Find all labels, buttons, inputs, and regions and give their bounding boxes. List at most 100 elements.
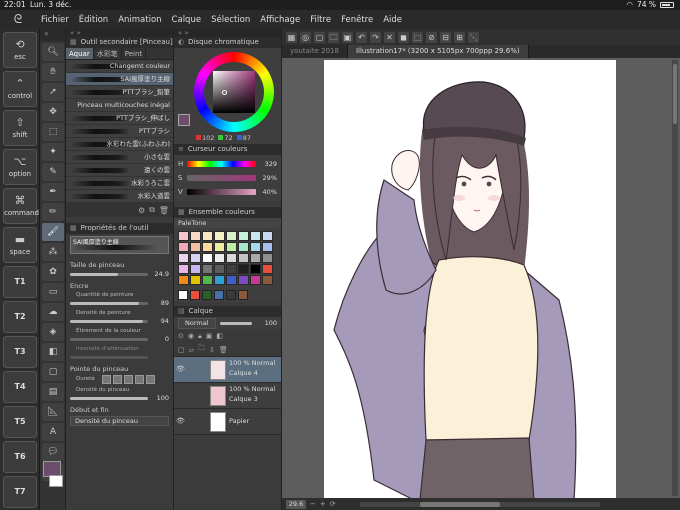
zoom-in-icon[interactable]: +	[320, 500, 326, 508]
merge-layer-icon[interactable]: ⇩	[209, 346, 215, 354]
color-swatch[interactable]	[214, 275, 225, 285]
color-stretch-value[interactable]: 0	[151, 335, 169, 343]
fill-icon[interactable]: ◼	[398, 31, 409, 43]
subtool-settings-icon[interactable]: ⚙	[138, 206, 145, 215]
saturation-slider[interactable]	[187, 175, 256, 181]
color-swatch[interactable]	[250, 242, 261, 252]
snap-grid-icon[interactable]: ⊞	[454, 31, 465, 43]
value-slider[interactable]	[187, 189, 256, 195]
menu-affichage[interactable]: Affichage	[255, 15, 305, 25]
vertical-scrollbar[interactable]	[672, 60, 678, 496]
brush-item[interactable]: 水彩入道雲	[66, 190, 173, 203]
subtool-copy-icon[interactable]: ⧉	[149, 205, 155, 215]
color-swatch[interactable]	[226, 231, 237, 241]
esc-key[interactable]: ⟲ esc	[3, 32, 37, 68]
t7-key[interactable]: T7	[3, 476, 37, 508]
start-end-dropdown[interactable]: Densité du pinceau	[70, 416, 169, 426]
hardness-option-1[interactable]	[102, 374, 111, 384]
save-icon[interactable]: ▣	[342, 31, 353, 43]
color-swatch[interactable]	[178, 231, 189, 241]
attenuation-slider[interactable]	[70, 355, 148, 359]
pencil-tool-icon[interactable]: ✏	[42, 203, 64, 221]
color-swatch[interactable]	[226, 275, 237, 285]
snap-ruler-icon[interactable]: ⊟	[440, 31, 451, 43]
color-swatch[interactable]	[262, 264, 273, 274]
menu-animation[interactable]: Animation	[113, 15, 166, 25]
delete-layer-icon[interactable]: 🗑︎	[219, 346, 228, 354]
layer-mask-icon[interactable]: ▣	[206, 332, 213, 340]
color-swatch[interactable]	[262, 275, 273, 285]
new-vector-layer-icon[interactable]: ▱	[189, 346, 194, 354]
gradient-tool-icon[interactable]: ◧	[42, 343, 64, 361]
canvas-tab[interactable]: youtaite 2018	[282, 45, 348, 58]
color-swatch[interactable]	[178, 264, 189, 274]
hardness-option-5[interactable]	[146, 374, 155, 384]
brush-item[interactable]: 遠くの雲	[66, 164, 173, 177]
recent-color-swatch[interactable]	[226, 290, 236, 300]
tool-palette-collapse-icon[interactable]: «	[40, 29, 65, 41]
deselect-icon[interactable]: ⊘	[426, 31, 437, 43]
color-swatch[interactable]	[190, 253, 201, 263]
rotate-icon[interactable]: ⟳	[330, 500, 336, 508]
brush-item-selected[interactable]: SAI風厚塗り主線	[66, 73, 173, 86]
ruler-tool-icon[interactable]: 📐︎	[42, 403, 64, 421]
paint-amount-slider[interactable]	[70, 301, 148, 305]
color-swatch[interactable]	[190, 242, 201, 252]
brush-item[interactable]: 水彩わた雲(ふわふわ)	[66, 138, 173, 151]
color-swatch[interactable]	[238, 253, 249, 263]
menu-filtre[interactable]: Filtre	[305, 15, 336, 25]
subtool-trash-icon[interactable]: 🗑︎	[159, 206, 169, 215]
color-swatch[interactable]	[214, 231, 225, 241]
new-folder-icon[interactable]: 🗀︎	[198, 344, 205, 355]
brush-item[interactable]: Changemt couleur	[66, 60, 173, 73]
clear-icon[interactable]: ✕	[384, 31, 395, 43]
zoom-tool-icon[interactable]: 🔍︎	[42, 43, 64, 61]
airbrush-tool-icon[interactable]: ⁂	[42, 243, 64, 261]
layer-opacity-slider[interactable]	[219, 321, 252, 325]
selection-tool-icon[interactable]: ⬚	[42, 123, 64, 141]
menu-selection[interactable]: Sélection	[206, 15, 255, 25]
visibility-eye-icon[interactable]: 👁︎	[176, 417, 185, 425]
col2-collapse[interactable]: « »	[174, 29, 281, 37]
drawing-canvas[interactable]	[324, 60, 616, 500]
color-swatch[interactable]	[250, 275, 261, 285]
brush-size-slider[interactable]	[70, 272, 148, 276]
control-key[interactable]: ⌃ control	[3, 71, 37, 107]
grid-icon[interactable]: ▦	[286, 31, 297, 43]
operation-tool-icon[interactable]: ➚	[42, 83, 64, 101]
brush-item[interactable]: PTTブラシ_鉛筆	[66, 86, 173, 99]
hue-slider[interactable]	[187, 161, 256, 167]
eraser-tool-icon[interactable]: ▭	[42, 283, 64, 301]
color-swatch[interactable]	[202, 253, 213, 263]
paint-amount-value[interactable]: 89	[151, 299, 169, 307]
menu-fichier[interactable]: Fichier	[36, 15, 74, 25]
recent-color-swatch[interactable]	[238, 290, 248, 300]
color-swatch[interactable]	[202, 242, 213, 252]
move-layer-tool-icon[interactable]: ✥	[42, 103, 64, 121]
menu-calque[interactable]: Calque	[167, 15, 207, 25]
hue-ring[interactable]	[194, 52, 274, 132]
snap-special-icon[interactable]: ⋱	[468, 31, 479, 43]
sub-color-chip[interactable]	[49, 475, 63, 487]
menu-edition[interactable]: Édition	[74, 15, 113, 25]
brush-density-slider[interactable]	[70, 396, 148, 400]
paint-density-slider[interactable]	[70, 319, 148, 323]
current-color-swatch[interactable]	[178, 114, 190, 126]
paint-density-value[interactable]: 94	[151, 317, 169, 325]
color-swatch[interactable]	[262, 231, 273, 241]
auto-select-tool-icon[interactable]: ✦	[42, 143, 64, 161]
new-file-icon[interactable]: ▢	[314, 31, 325, 43]
eyedropper-tool-icon[interactable]: ✎	[42, 163, 64, 181]
color-swatch[interactable]	[238, 275, 249, 285]
color-cursor[interactable]	[222, 90, 227, 95]
blend-mode-dropdown[interactable]: Normal	[178, 317, 216, 329]
layer-opacity-value[interactable]: 100	[259, 319, 277, 327]
color-swatch[interactable]	[262, 253, 273, 263]
pen-tool-icon[interactable]: ✒	[42, 183, 64, 201]
subtool-tab-peint[interactable]: Peint	[122, 48, 147, 59]
t6-key[interactable]: T6	[3, 441, 37, 473]
recent-color-swatch[interactable]	[214, 290, 224, 300]
layer-clip-icon[interactable]: ⊙	[178, 332, 184, 340]
brush-size-value[interactable]: 24.9	[151, 270, 169, 278]
color-stretch-slider[interactable]	[70, 337, 148, 341]
